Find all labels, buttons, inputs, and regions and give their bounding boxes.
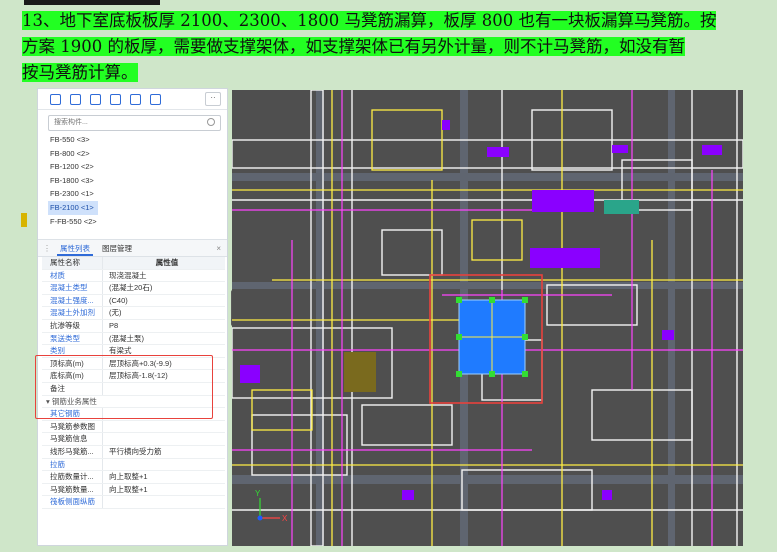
panel-toolbar: ·· bbox=[38, 89, 227, 110]
highlight-box bbox=[35, 355, 213, 419]
property-value[interactable] bbox=[102, 420, 225, 433]
property-row[interactable]: 线形马凳筋... 平行横向受力筋 bbox=[42, 445, 225, 459]
property-value[interactable]: P8 bbox=[102, 319, 225, 332]
component-item[interactable]: FB-2100 <1> bbox=[48, 200, 98, 215]
property-name: 混凝土强度... bbox=[50, 295, 94, 305]
annotation-line-2: 方案 1900 的板厚，需要做支撑架体，如支撑架体已有另外计量，则不计马凳筋，如… bbox=[22, 37, 685, 56]
property-value[interactable]: 平行横向受力筋 bbox=[102, 445, 225, 458]
property-name: 混凝土类型 bbox=[50, 283, 88, 293]
property-row[interactable]: 混凝土类型 (混凝土20石) bbox=[42, 282, 225, 295]
component-panel: ·· FB-550 <3>FB-800 <2>FB-1200 <2>FB-180… bbox=[37, 88, 228, 546]
property-value[interactable]: (混凝土泵) bbox=[102, 332, 225, 345]
property-name: 马凳筋数量... bbox=[50, 484, 94, 494]
annotation-line-1: 13、地下室底板板厚 2100、2300、1800 马凳筋漏算，板厚 800 也… bbox=[22, 11, 717, 30]
property-name: 混凝土外加剂 bbox=[50, 308, 95, 318]
property-row[interactable]: 马凳筋数量... 向上取整+1 bbox=[42, 483, 225, 497]
property-name: 抗渗等级 bbox=[50, 320, 80, 330]
side-marker bbox=[21, 213, 27, 227]
property-row[interactable]: 混凝土外加剂 (无) bbox=[42, 307, 225, 320]
property-name: 马凳筋信息 bbox=[50, 434, 88, 444]
component-item[interactable]: FB-1800 <3> bbox=[48, 174, 218, 188]
axis-x-label: X bbox=[282, 514, 288, 523]
property-value[interactable] bbox=[102, 458, 225, 471]
property-name: 材质 bbox=[50, 270, 65, 280]
property-name: 拉筋 bbox=[50, 459, 65, 469]
plan-drawing[interactable]: Y X bbox=[232, 90, 743, 546]
property-row[interactable]: 材质 现浇混凝土 bbox=[42, 269, 225, 283]
component-item[interactable]: FB-550 <3> bbox=[48, 133, 218, 147]
top-bar bbox=[24, 0, 160, 5]
more-button[interactable]: ·· bbox=[205, 92, 221, 106]
property-row[interactable]: 筏板侧面纵筋 bbox=[42, 496, 225, 509]
property-row[interactable]: 拉筋数量计... 向上取整+1 bbox=[42, 471, 225, 484]
property-row[interactable]: 拉筋 bbox=[42, 458, 225, 472]
property-value[interactable]: (混凝土20石) bbox=[102, 282, 225, 294]
property-tabs: ⋮ 属性列表 图层管理 × bbox=[38, 239, 227, 257]
property-name: 筏板侧面纵筋 bbox=[50, 497, 95, 507]
component-item[interactable]: FB-800 <2> bbox=[48, 147, 218, 161]
component-item[interactable]: FB-2300 <1> bbox=[48, 187, 218, 201]
tab-layers[interactable]: 图层管理 bbox=[99, 241, 135, 256]
property-name: 拉筋数量计... bbox=[50, 472, 94, 482]
import-icon[interactable] bbox=[130, 93, 141, 105]
layer-copy-icon[interactable] bbox=[110, 93, 121, 105]
search-icon[interactable] bbox=[207, 118, 215, 126]
component-search[interactable] bbox=[48, 115, 221, 131]
property-row[interactable]: 混凝土强度... (C40) bbox=[42, 294, 225, 308]
property-value[interactable]: 属性值 bbox=[102, 257, 225, 269]
property-name: 属性名称 bbox=[50, 258, 80, 267]
property-value[interactable] bbox=[102, 433, 225, 445]
filter-icon[interactable] bbox=[150, 93, 161, 105]
search-input[interactable] bbox=[49, 116, 204, 128]
property-header[interactable]: 属性名称 属性值 bbox=[42, 257, 225, 270]
copy-icon[interactable] bbox=[70, 93, 81, 105]
property-row[interactable]: 马凳筋参数图 bbox=[42, 420, 225, 434]
property-row[interactable]: 马凳筋信息 bbox=[42, 433, 225, 446]
property-value[interactable]: 向上取整+1 bbox=[102, 483, 225, 496]
property-name: 马凳筋参数图 bbox=[50, 421, 95, 431]
property-row[interactable]: 抗渗等级 P8 bbox=[42, 319, 225, 333]
property-name: 泵送类型 bbox=[50, 333, 80, 343]
drag-handle-icon[interactable]: ⋮ bbox=[43, 244, 51, 253]
new-component-icon[interactable] bbox=[50, 93, 61, 105]
property-name: 线形马凳筋... bbox=[50, 446, 94, 456]
tab-properties[interactable]: 属性列表 bbox=[57, 241, 93, 256]
drawing-viewport[interactable]: Y X bbox=[232, 90, 743, 546]
property-value[interactable]: (C40) bbox=[102, 294, 225, 307]
property-value[interactable]: 向上取整+1 bbox=[102, 471, 225, 483]
property-value[interactable]: (无) bbox=[102, 307, 225, 319]
component-item[interactable]: F-FB-550 <2> bbox=[48, 215, 218, 229]
component-list: FB-550 <3> FB-800 <2> FB-1200 <2> FB-1800 <… bbox=[48, 133, 218, 228]
component-item[interactable]: FB-1200 <2> bbox=[48, 160, 218, 174]
property-row[interactable]: 泵送类型 (混凝土泵) bbox=[42, 332, 225, 346]
annotation-text: 13、地下室底板板厚 2100、2300、1800 马凳筋漏算，板厚 800 也… bbox=[22, 8, 746, 86]
property-value[interactable]: 现浇混凝土 bbox=[102, 269, 225, 282]
close-icon[interactable]: × bbox=[216, 244, 221, 253]
annotation-line-3: 按马凳筋计算。 bbox=[22, 63, 138, 82]
delete-icon[interactable] bbox=[90, 93, 101, 105]
property-value[interactable] bbox=[102, 496, 225, 508]
axis-y-label: Y bbox=[255, 489, 261, 498]
